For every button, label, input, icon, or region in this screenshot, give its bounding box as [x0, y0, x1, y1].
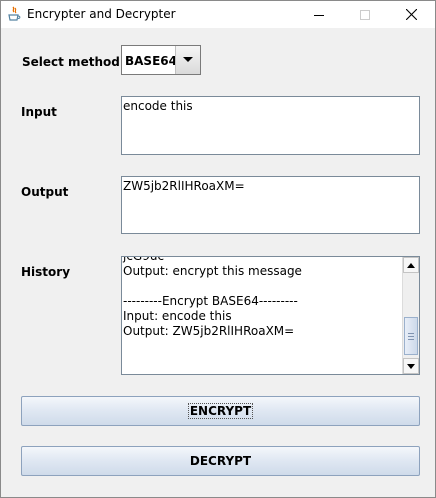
history-line: Output: encrypt this message	[123, 264, 302, 278]
arrow-down-icon	[407, 363, 415, 369]
window-title: Encrypter and Decrypter	[27, 7, 176, 21]
history-scrollbar[interactable]	[402, 257, 419, 374]
method-select-value: BASE64	[125, 54, 177, 68]
history-line: Input: encode this	[123, 309, 232, 323]
output-label: Output	[21, 185, 69, 199]
method-select[interactable]: BASE64	[121, 45, 201, 75]
minimize-button[interactable]	[296, 1, 342, 28]
encrypt-button[interactable]: ENCRYPT	[21, 396, 420, 426]
scroll-down-button[interactable]	[403, 358, 419, 374]
input-textarea[interactable]: encode this	[121, 96, 420, 155]
history-label: History	[21, 265, 71, 279]
history-line: ---------Encrypt BASE64---------	[123, 294, 298, 308]
encrypt-button-label: ENCRYPT	[187, 403, 254, 419]
history-line: Output: ZW5jb2RlIHRoaXM=	[123, 324, 295, 338]
maximize-icon	[360, 9, 370, 20]
minimize-icon	[314, 14, 324, 16]
grip-line	[408, 333, 414, 334]
method-label: Select method	[22, 55, 120, 69]
close-icon	[405, 9, 417, 20]
output-textarea[interactable]: ZW5jb2RlIHRoaXM=	[121, 176, 420, 234]
scroll-up-button[interactable]	[403, 257, 419, 273]
title-bar[interactable]: Encrypter and Decrypter	[1, 1, 435, 28]
history-line: jcG9uc	[123, 256, 165, 263]
decrypt-button[interactable]: DECRYPT	[21, 446, 420, 476]
decrypt-button-label: DECRYPT	[189, 454, 252, 468]
java-app-icon	[8, 6, 21, 21]
history-content: jcG9uc Output: encrypt this message ----…	[123, 256, 403, 339]
grip-line	[408, 339, 414, 340]
maximize-button[interactable]	[342, 1, 388, 28]
history-line	[123, 279, 403, 294]
history-textarea[interactable]: jcG9uc Output: encrypt this message ----…	[121, 256, 420, 375]
chevron-down-icon	[183, 57, 193, 62]
grip-line	[408, 336, 414, 337]
input-label: Input	[21, 105, 57, 119]
arrow-up-icon	[407, 262, 415, 268]
close-button[interactable]	[388, 1, 434, 28]
scroll-thumb[interactable]	[404, 317, 418, 355]
method-select-arrow[interactable]	[175, 46, 200, 74]
